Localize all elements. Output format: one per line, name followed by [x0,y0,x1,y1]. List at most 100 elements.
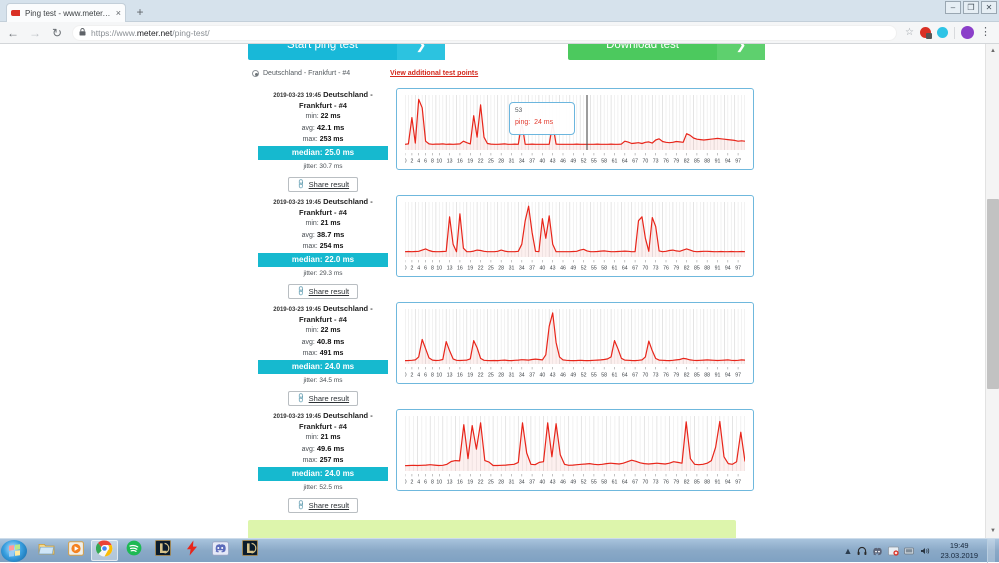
close-window-button[interactable]: ✕ [981,1,997,14]
minimize-button[interactable]: – [945,1,961,14]
share-result-button[interactable]: 🔗 Share result [288,177,358,192]
test-point-selector[interactable]: Deutschland - Frankfurt - #4 [252,70,350,77]
forward-icon[interactable]: → [28,26,42,40]
svg-text:52: 52 [581,480,587,486]
toolbar-divider [954,27,955,39]
system-tray: ▲ 19:49 23.03.2019 [844,539,999,563]
svg-text:85: 85 [694,480,700,486]
svg-text:37: 37 [529,373,535,379]
svg-text:64: 64 [622,159,628,165]
scroll-up-arrow[interactable]: ▲ [986,44,999,58]
svg-text:16: 16 [457,159,463,165]
svg-text:73: 73 [653,159,659,165]
share-result-button[interactable]: 🔗 Share result [288,498,358,513]
share-result-button[interactable]: 🔗 Share result [288,284,358,299]
chart-plot-area [405,202,745,257]
radio-icon[interactable] [252,70,259,77]
league-client-icon[interactable] [236,540,263,561]
scroll-down-arrow[interactable]: ▼ [986,524,999,538]
svg-text:64: 64 [622,373,628,379]
download-test-button[interactable]: Download test ❯ [568,44,765,60]
download-test-label: Download test [568,44,717,51]
view-additional-test-points-link[interactable]: View additional test points [390,70,478,77]
start-button[interactable] [1,540,27,562]
close-tab-icon[interactable]: × [116,8,121,18]
scrollbar-thumb[interactable] [987,199,999,389]
address-bar[interactable]: https://www.meter.net/ping-test/ [72,25,897,41]
svg-text:52: 52 [581,373,587,379]
ping-result-card: 2019-03-23 19:45 Deutschland - Frankfurt… [0,193,984,300]
reload-icon[interactable]: ↻ [50,26,64,40]
svg-text:6: 6 [424,266,427,272]
taskbar-clock[interactable]: 19:49 23.03.2019 [936,541,982,561]
svg-text:61: 61 [612,373,618,379]
jitter-stat: jitter: 34.5 ms [258,375,388,387]
svg-text:19: 19 [467,159,473,165]
svg-text:61: 61 [612,480,618,486]
extension-icon[interactable] [937,27,948,38]
jitter-stat: jitter: 29.3 ms [258,268,388,280]
chrome-menu-icon[interactable]: ⋮ [980,28,991,37]
test-point-row: Deutschland - Frankfurt - #4 View additi… [0,70,984,86]
ping-chart[interactable]: 0246810131619222528313437404346495255586… [396,88,754,170]
svg-text:88: 88 [704,266,710,272]
svg-text:88: 88 [704,373,710,379]
page-scrollbar[interactable]: ▲ ▼ [985,44,999,538]
svg-text:10: 10 [436,266,442,272]
svg-text:16: 16 [457,373,463,379]
svg-text:70: 70 [643,266,649,272]
chart-plot-area [405,309,745,364]
svg-text:49: 49 [570,266,576,272]
svg-text:73: 73 [653,266,659,272]
start-ping-test-button[interactable]: Start ping test ❯ [248,44,445,60]
svg-text:19: 19 [467,266,473,272]
spotify-icon [126,540,142,561]
discord-tray-icon[interactable] [872,547,883,556]
headset-icon[interactable] [857,546,867,556]
svg-text:13: 13 [447,159,453,165]
profile-avatar[interactable] [961,26,974,39]
lightning-icon[interactable] [178,540,205,561]
svg-text:55: 55 [591,373,597,379]
discord-icon [212,541,229,561]
svg-text:58: 58 [601,159,607,165]
navigation-toolbar: ← → ↻ https://www.meter.net/ping-test/ ☆… [0,22,999,44]
svg-text:79: 79 [673,373,679,379]
volume-icon[interactable] [920,546,931,556]
svg-text:22: 22 [478,266,484,272]
svg-text:37: 37 [529,480,535,486]
explorer-icon[interactable] [33,540,60,561]
chrome-icon[interactable] [91,540,118,561]
share-result-label: Share result [309,501,349,510]
max-stat: max: 253 ms [258,134,388,145]
discord-icon[interactable] [207,540,234,561]
adblock-extension-icon[interactable] [920,27,931,38]
antivirus-icon[interactable] [888,546,899,556]
chart-x-axis: 0246810131619222528313437404346495255586… [405,260,745,273]
new-tab-button[interactable]: + [132,5,148,21]
share-result-button[interactable]: 🔗 Share result [288,391,358,406]
spotify-icon[interactable] [120,540,147,561]
ping-chart[interactable]: 0246810131619222528313437404346495255586… [396,195,754,277]
svg-text:46: 46 [560,480,566,486]
network-icon[interactable] [904,546,915,556]
ping-chart[interactable]: 0246810131619222528313437404346495255586… [396,302,754,384]
maximize-button[interactable]: ❐ [963,1,979,14]
share-result-label: Share result [309,394,349,403]
avg-stat: avg: 38.7 ms [258,229,388,241]
link-icon: 🔗 [295,178,307,190]
svg-text:82: 82 [684,266,690,272]
svg-text:82: 82 [684,480,690,486]
browser-tab[interactable]: Ping test - www.meter.net × [6,3,126,22]
ping-chart[interactable]: 0246810131619222528313437404346495255586… [396,409,754,491]
svg-text:4: 4 [417,159,420,165]
svg-text:64: 64 [622,480,628,486]
bookmark-star-icon[interactable]: ☆ [905,27,914,38]
league-of-legends-icon[interactable] [149,540,176,561]
back-icon[interactable]: ← [6,26,20,40]
tray-expand-icon[interactable]: ▲ [844,546,853,556]
svg-text:46: 46 [560,266,566,272]
media-player-icon[interactable] [62,540,89,561]
svg-text:85: 85 [694,266,700,272]
show-desktop-button[interactable] [987,539,995,563]
